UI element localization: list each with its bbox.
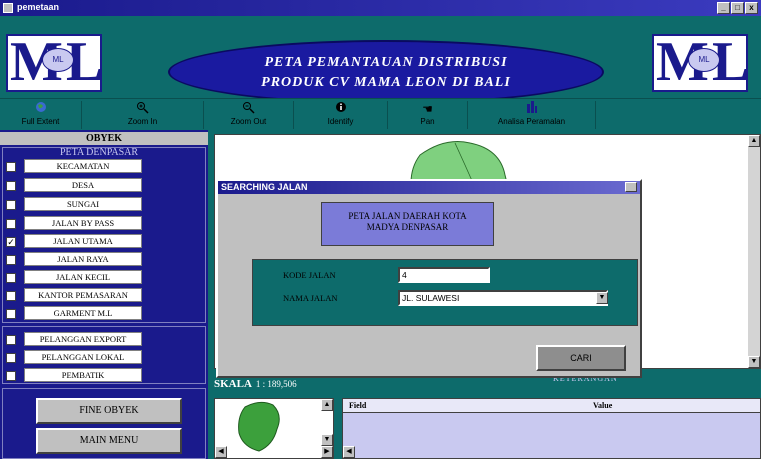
scroll-right-button[interactable]: ▶ — [321, 446, 333, 458]
scroll-left-button[interactable]: ◀ — [215, 446, 227, 458]
dialog-titlebar: SEARCHING JALAN — [218, 181, 640, 194]
analisa-peramalan-button[interactable]: Analisa Peramalan — [468, 101, 596, 129]
toolbar: Full Extent Zoom In Zoom Out Identify ☚ … — [0, 98, 761, 130]
checkbox[interactable] — [6, 353, 16, 363]
chart-icon — [468, 101, 595, 117]
identify-button[interactable]: Identify — [294, 101, 388, 129]
pan-button[interactable]: ☚ Pan — [388, 101, 468, 129]
scroll-up-button[interactable]: ▲ — [321, 399, 333, 411]
nama-jalan-select[interactable]: JL. SULAWESI — [398, 290, 608, 306]
checkbox[interactable] — [6, 200, 16, 210]
checkbox-checked[interactable]: ✓ — [6, 237, 16, 247]
checkbox[interactable] — [6, 219, 16, 229]
grid-header: Field Value — [343, 399, 760, 413]
overview-shape — [238, 401, 280, 452]
dialog-close-button[interactable] — [625, 182, 637, 192]
find-object-button[interactable]: FINE OBYEK — [36, 398, 182, 424]
grid-col-field: Field — [349, 401, 367, 410]
scroll-down-button[interactable]: ▼ — [748, 356, 760, 368]
scale-value: 1 : 189,506 — [255, 379, 297, 389]
scale-readout: SKALA 1 : 189,506 — [214, 378, 297, 390]
checkbox[interactable] — [6, 291, 16, 301]
window-titlebar: pemetaan _ □ x — [0, 0, 761, 16]
grid-col-value: Value — [593, 401, 613, 410]
zoom-out-button[interactable]: Zoom Out — [204, 101, 294, 129]
search-jalan-dialog: SEARCHING JALAN PETA JALAN DAERAH KOTA M… — [216, 179, 642, 378]
scroll-up-button[interactable]: ▲ — [748, 135, 760, 147]
group-label: PETA DENPASAR — [60, 147, 139, 158]
banner-line-2: PRODUK CV MAMA LEON DI BALI — [261, 75, 511, 90]
chevron-down-icon[interactable]: ▼ — [596, 292, 608, 304]
obyek-title: OBYEK — [0, 132, 208, 145]
left-panel: OBYEK PETA DENPASAR KECAMATAN DESA SUNGA… — [0, 130, 208, 459]
overview-map[interactable]: ▲ ▼ ◀ ▶ — [214, 398, 334, 459]
left-logo: ML ML — [6, 34, 103, 92]
kode-jalan-label: KODE JALAN — [283, 270, 336, 280]
scroll-left-button[interactable]: ◀ — [343, 446, 355, 458]
right-logo: ML ML — [652, 34, 749, 92]
dialog-heading: PETA JALAN DAERAH KOTA MADYA DENPASAR — [321, 202, 494, 246]
checkbox[interactable] — [6, 335, 16, 345]
hand-icon: ☚ — [422, 102, 433, 116]
search-form: KODE JALAN 4 NAMA JALAN JL. SULAWESI ▼ — [252, 259, 638, 326]
checkbox[interactable] — [6, 309, 16, 319]
cari-button[interactable]: CARI — [536, 345, 626, 371]
minimize-button[interactable]: _ — [717, 2, 730, 14]
full-extent-button[interactable]: Full Extent — [0, 101, 82, 129]
checkbox[interactable] — [6, 371, 16, 381]
maximize-button[interactable]: □ — [731, 2, 744, 14]
zoom-out-icon — [204, 101, 293, 117]
checkbox[interactable] — [6, 273, 16, 283]
banner-title: PETA PEMANTAUAN DISTRIBUSI PRODUK CV MAM… — [168, 40, 604, 104]
window-title: pemetaan — [17, 2, 60, 12]
attribute-grid[interactable]: Field Value ◀ — [342, 398, 761, 459]
scroll-down-button[interactable]: ▼ — [321, 434, 333, 446]
globe-icon — [0, 101, 81, 117]
main-menu-button[interactable]: MAIN MENU — [36, 428, 182, 454]
checkbox[interactable] — [6, 162, 16, 172]
checkbox[interactable] — [6, 255, 16, 265]
info-icon — [294, 101, 387, 117]
banner-line-1: PETA PEMANTAUAN DISTRIBUSI — [264, 55, 508, 70]
checkbox[interactable] — [6, 181, 16, 191]
close-button[interactable]: x — [745, 2, 758, 14]
scale-label: SKALA — [214, 378, 252, 390]
header-banner: ML ML PETA PEMANTAUAN DISTRIBUSI PRODUK … — [0, 16, 761, 104]
app-icon — [3, 3, 13, 13]
map-vertical-scrollbar[interactable]: ▲ ▼ — [748, 135, 760, 368]
zoom-in-button[interactable]: Zoom In — [82, 101, 204, 129]
dialog-title: SEARCHING JALAN — [221, 182, 308, 192]
zoom-in-icon — [82, 101, 203, 117]
nama-jalan-label: NAMA JALAN — [283, 293, 338, 303]
kode-jalan-input[interactable]: 4 — [398, 267, 490, 283]
